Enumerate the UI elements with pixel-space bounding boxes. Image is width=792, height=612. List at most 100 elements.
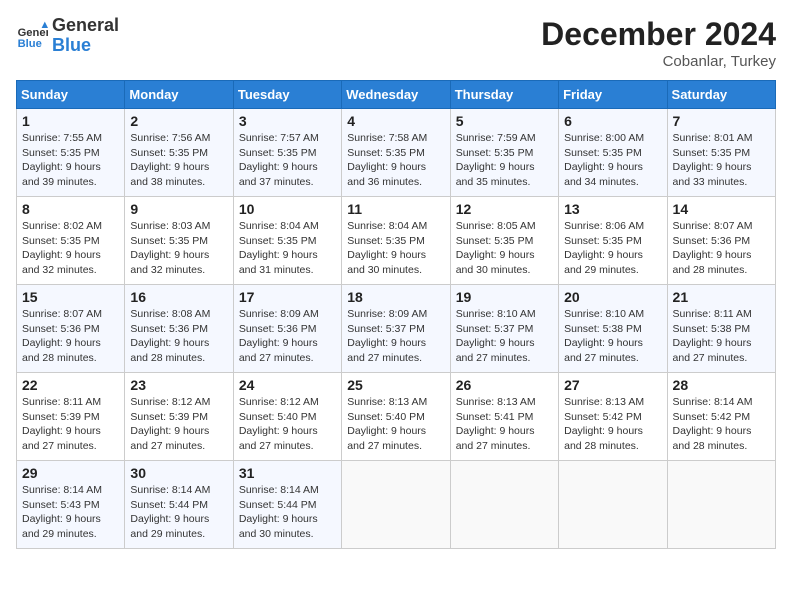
calendar-cell: 24 Sunrise: 8:12 AM Sunset: 5:40 PM Dayl… <box>233 373 341 461</box>
day-number: 24 <box>239 377 336 393</box>
day-number: 21 <box>673 289 770 305</box>
day-info: Sunrise: 7:55 AM Sunset: 5:35 PM Dayligh… <box>22 131 119 190</box>
logo: General Blue General Blue <box>16 16 119 56</box>
day-number: 31 <box>239 465 336 481</box>
calendar-cell: 21 Sunrise: 8:11 AM Sunset: 5:38 PM Dayl… <box>667 285 775 373</box>
location: Cobanlar, Turkey <box>541 53 776 70</box>
svg-text:General: General <box>18 27 48 39</box>
day-info: Sunrise: 8:13 AM Sunset: 5:41 PM Dayligh… <box>456 395 553 454</box>
day-info: Sunrise: 8:14 AM Sunset: 5:44 PM Dayligh… <box>239 483 336 542</box>
day-number: 23 <box>130 377 227 393</box>
day-info: Sunrise: 8:10 AM Sunset: 5:37 PM Dayligh… <box>456 307 553 366</box>
calendar-cell: 25 Sunrise: 8:13 AM Sunset: 5:40 PM Dayl… <box>342 373 450 461</box>
calendar-cell: 14 Sunrise: 8:07 AM Sunset: 5:36 PM Dayl… <box>667 197 775 285</box>
day-number: 19 <box>456 289 553 305</box>
calendar-cell: 29 Sunrise: 8:14 AM Sunset: 5:43 PM Dayl… <box>17 461 125 549</box>
calendar-cell: 2 Sunrise: 7:56 AM Sunset: 5:35 PM Dayli… <box>125 109 233 197</box>
day-number: 25 <box>347 377 444 393</box>
day-number: 27 <box>564 377 661 393</box>
day-info: Sunrise: 8:07 AM Sunset: 5:36 PM Dayligh… <box>22 307 119 366</box>
day-number: 29 <box>22 465 119 481</box>
week-row-3: 15 Sunrise: 8:07 AM Sunset: 5:36 PM Dayl… <box>17 285 776 373</box>
day-info: Sunrise: 8:12 AM Sunset: 5:39 PM Dayligh… <box>130 395 227 454</box>
title-block: December 2024 Cobanlar, Turkey <box>541 16 776 70</box>
day-info: Sunrise: 8:06 AM Sunset: 5:35 PM Dayligh… <box>564 219 661 278</box>
day-number: 11 <box>347 201 444 217</box>
calendar-cell: 19 Sunrise: 8:10 AM Sunset: 5:37 PM Dayl… <box>450 285 558 373</box>
day-number: 22 <box>22 377 119 393</box>
dow-header-saturday: Saturday <box>667 81 775 109</box>
calendar-cell: 4 Sunrise: 7:58 AM Sunset: 5:35 PM Dayli… <box>342 109 450 197</box>
calendar-cell: 1 Sunrise: 7:55 AM Sunset: 5:35 PM Dayli… <box>17 109 125 197</box>
day-number: 10 <box>239 201 336 217</box>
calendar-cell <box>667 461 775 549</box>
week-row-4: 22 Sunrise: 8:11 AM Sunset: 5:39 PM Dayl… <box>17 373 776 461</box>
day-info: Sunrise: 8:14 AM Sunset: 5:42 PM Dayligh… <box>673 395 770 454</box>
calendar-cell: 6 Sunrise: 8:00 AM Sunset: 5:35 PM Dayli… <box>559 109 667 197</box>
day-info: Sunrise: 8:09 AM Sunset: 5:36 PM Dayligh… <box>239 307 336 366</box>
calendar-cell: 8 Sunrise: 8:02 AM Sunset: 5:35 PM Dayli… <box>17 197 125 285</box>
logo-text: General Blue <box>52 16 119 56</box>
calendar-cell: 27 Sunrise: 8:13 AM Sunset: 5:42 PM Dayl… <box>559 373 667 461</box>
week-row-1: 1 Sunrise: 7:55 AM Sunset: 5:35 PM Dayli… <box>17 109 776 197</box>
calendar-cell: 12 Sunrise: 8:05 AM Sunset: 5:35 PM Dayl… <box>450 197 558 285</box>
logo-line2: Blue <box>52 36 119 56</box>
page-header: General Blue General Blue December 2024 … <box>16 16 776 70</box>
day-info: Sunrise: 8:13 AM Sunset: 5:42 PM Dayligh… <box>564 395 661 454</box>
day-info: Sunrise: 8:04 AM Sunset: 5:35 PM Dayligh… <box>347 219 444 278</box>
calendar-table: SundayMondayTuesdayWednesdayThursdayFrid… <box>16 80 776 549</box>
day-number: 6 <box>564 113 661 129</box>
calendar-cell: 18 Sunrise: 8:09 AM Sunset: 5:37 PM Dayl… <box>342 285 450 373</box>
logo-icon: General Blue <box>16 20 48 52</box>
calendar-cell: 5 Sunrise: 7:59 AM Sunset: 5:35 PM Dayli… <box>450 109 558 197</box>
dow-header-wednesday: Wednesday <box>342 81 450 109</box>
calendar-cell: 20 Sunrise: 8:10 AM Sunset: 5:38 PM Dayl… <box>559 285 667 373</box>
month-title: December 2024 <box>541 16 776 53</box>
day-info: Sunrise: 8:14 AM Sunset: 5:44 PM Dayligh… <box>130 483 227 542</box>
calendar-cell: 3 Sunrise: 7:57 AM Sunset: 5:35 PM Dayli… <box>233 109 341 197</box>
calendar-cell: 16 Sunrise: 8:08 AM Sunset: 5:36 PM Dayl… <box>125 285 233 373</box>
day-number: 1 <box>22 113 119 129</box>
week-row-2: 8 Sunrise: 8:02 AM Sunset: 5:35 PM Dayli… <box>17 197 776 285</box>
day-number: 3 <box>239 113 336 129</box>
calendar-cell: 28 Sunrise: 8:14 AM Sunset: 5:42 PM Dayl… <box>667 373 775 461</box>
day-info: Sunrise: 7:56 AM Sunset: 5:35 PM Dayligh… <box>130 131 227 190</box>
calendar-cell <box>342 461 450 549</box>
day-number: 13 <box>564 201 661 217</box>
dow-header-sunday: Sunday <box>17 81 125 109</box>
day-number: 20 <box>564 289 661 305</box>
svg-text:Blue: Blue <box>18 38 42 50</box>
day-info: Sunrise: 8:01 AM Sunset: 5:35 PM Dayligh… <box>673 131 770 190</box>
day-info: Sunrise: 8:05 AM Sunset: 5:35 PM Dayligh… <box>456 219 553 278</box>
day-info: Sunrise: 8:07 AM Sunset: 5:36 PM Dayligh… <box>673 219 770 278</box>
day-info: Sunrise: 8:04 AM Sunset: 5:35 PM Dayligh… <box>239 219 336 278</box>
day-number: 7 <box>673 113 770 129</box>
day-info: Sunrise: 7:59 AM Sunset: 5:35 PM Dayligh… <box>456 131 553 190</box>
calendar-cell: 23 Sunrise: 8:12 AM Sunset: 5:39 PM Dayl… <box>125 373 233 461</box>
calendar-body: 1 Sunrise: 7:55 AM Sunset: 5:35 PM Dayli… <box>17 109 776 549</box>
day-info: Sunrise: 8:11 AM Sunset: 5:39 PM Dayligh… <box>22 395 119 454</box>
calendar-cell: 9 Sunrise: 8:03 AM Sunset: 5:35 PM Dayli… <box>125 197 233 285</box>
calendar-cell: 26 Sunrise: 8:13 AM Sunset: 5:41 PM Dayl… <box>450 373 558 461</box>
calendar-cell: 7 Sunrise: 8:01 AM Sunset: 5:35 PM Dayli… <box>667 109 775 197</box>
day-number: 4 <box>347 113 444 129</box>
day-number: 12 <box>456 201 553 217</box>
dow-header-friday: Friday <box>559 81 667 109</box>
day-info: Sunrise: 7:58 AM Sunset: 5:35 PM Dayligh… <box>347 131 444 190</box>
calendar-cell: 15 Sunrise: 8:07 AM Sunset: 5:36 PM Dayl… <box>17 285 125 373</box>
day-info: Sunrise: 8:12 AM Sunset: 5:40 PM Dayligh… <box>239 395 336 454</box>
day-info: Sunrise: 8:09 AM Sunset: 5:37 PM Dayligh… <box>347 307 444 366</box>
day-info: Sunrise: 8:10 AM Sunset: 5:38 PM Dayligh… <box>564 307 661 366</box>
day-info: Sunrise: 8:00 AM Sunset: 5:35 PM Dayligh… <box>564 131 661 190</box>
day-info: Sunrise: 8:11 AM Sunset: 5:38 PM Dayligh… <box>673 307 770 366</box>
day-number: 16 <box>130 289 227 305</box>
calendar-cell: 17 Sunrise: 8:09 AM Sunset: 5:36 PM Dayl… <box>233 285 341 373</box>
day-number: 15 <box>22 289 119 305</box>
calendar-cell: 30 Sunrise: 8:14 AM Sunset: 5:44 PM Dayl… <box>125 461 233 549</box>
day-number: 30 <box>130 465 227 481</box>
logo-line1: General <box>52 16 119 36</box>
day-number: 17 <box>239 289 336 305</box>
day-info: Sunrise: 8:02 AM Sunset: 5:35 PM Dayligh… <box>22 219 119 278</box>
calendar-cell <box>559 461 667 549</box>
day-info: Sunrise: 8:08 AM Sunset: 5:36 PM Dayligh… <box>130 307 227 366</box>
